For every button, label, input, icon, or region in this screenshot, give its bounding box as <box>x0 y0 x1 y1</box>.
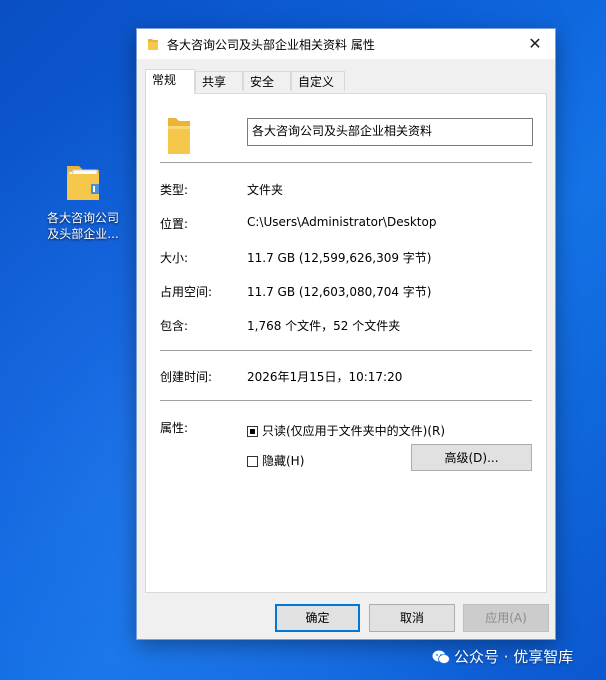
tab-security[interactable]: 安全 <box>243 71 291 91</box>
watermark-text: 公众号 · 优享智库 <box>454 648 574 666</box>
title-bar[interactable]: 各大咨询公司及头部企业相关资料 属性 ✕ <box>137 29 555 59</box>
desktop-icon-label: 各大咨询公司 及头部企业... <box>40 210 126 242</box>
size-label: 大小: <box>160 251 189 265</box>
type-value: 文件夹 <box>247 183 284 197</box>
size-on-disk-value: 11.7 GB (12,603,080,704 字节) <box>247 285 432 299</box>
size-value: 11.7 GB (12,599,626,309 字节) <box>247 251 432 265</box>
window-title: 各大咨询公司及头部企业相关资料 属性 <box>167 38 375 52</box>
checkbox-unchecked-icon[interactable] <box>247 456 258 467</box>
created-label: 创建时间: <box>160 370 213 384</box>
desktop-icon-label-line1: 各大咨询公司 <box>46 211 119 225</box>
apply-button[interactable]: 应用(A) <box>463 604 549 632</box>
general-panel: 各大咨询公司及头部企业相关资料 类型: 文件夹 位置: C:\Users\Adm… <box>145 93 547 593</box>
attributes-label: 属性: <box>160 421 189 435</box>
separator <box>160 400 532 401</box>
tab-sharing[interactable]: 共享 <box>195 71 243 91</box>
ok-button[interactable]: 确定 <box>275 604 360 632</box>
readonly-checkbox[interactable]: 只读(仅应用于文件夹中的文件)(R) <box>247 422 445 439</box>
tab-general[interactable]: 常规 <box>145 69 195 94</box>
type-label: 类型: <box>160 183 189 197</box>
desktop-folder-shortcut[interactable]: 各大咨询公司 及头部企业... <box>40 160 126 242</box>
folder-icon <box>63 160 103 204</box>
separator <box>160 162 532 163</box>
checkbox-indeterminate-icon[interactable] <box>247 426 258 437</box>
hidden-checkbox[interactable]: 隐藏(H) <box>247 452 304 469</box>
contains-value: 1,768 个文件，52 个文件夹 <box>247 319 401 333</box>
contains-label: 包含: <box>160 319 189 333</box>
folder-icon <box>147 37 159 54</box>
advanced-button[interactable]: 高级(D)... <box>411 444 532 471</box>
folder-icon <box>166 114 192 159</box>
properties-dialog: 各大咨询公司及头部企业相关资料 属性 ✕ 常规 共享 安全 自定义 各大咨询公司… <box>136 28 556 640</box>
location-value: C:\Users\Administrator\Desktop <box>247 215 437 229</box>
close-icon[interactable]: ✕ <box>515 29 555 59</box>
cancel-button[interactable]: 取消 <box>369 604 455 632</box>
created-value: 2026年1月15日，10:17:20 <box>247 370 403 384</box>
hidden-checkbox-label: 隐藏(H) <box>262 454 305 468</box>
tab-customize[interactable]: 自定义 <box>291 71 345 91</box>
folder-name-input[interactable]: 各大咨询公司及头部企业相关资料 <box>247 118 533 146</box>
size-on-disk-label: 占用空间: <box>160 285 213 299</box>
watermark: 公众号 · 优享智库 <box>432 646 573 669</box>
desktop-icon-label-line2: 及头部企业... <box>47 227 119 241</box>
readonly-checkbox-label: 只读(仅应用于文件夹中的文件)(R) <box>262 424 446 438</box>
separator <box>160 350 532 351</box>
wechat-icon <box>432 649 450 669</box>
location-label: 位置: <box>160 217 189 231</box>
